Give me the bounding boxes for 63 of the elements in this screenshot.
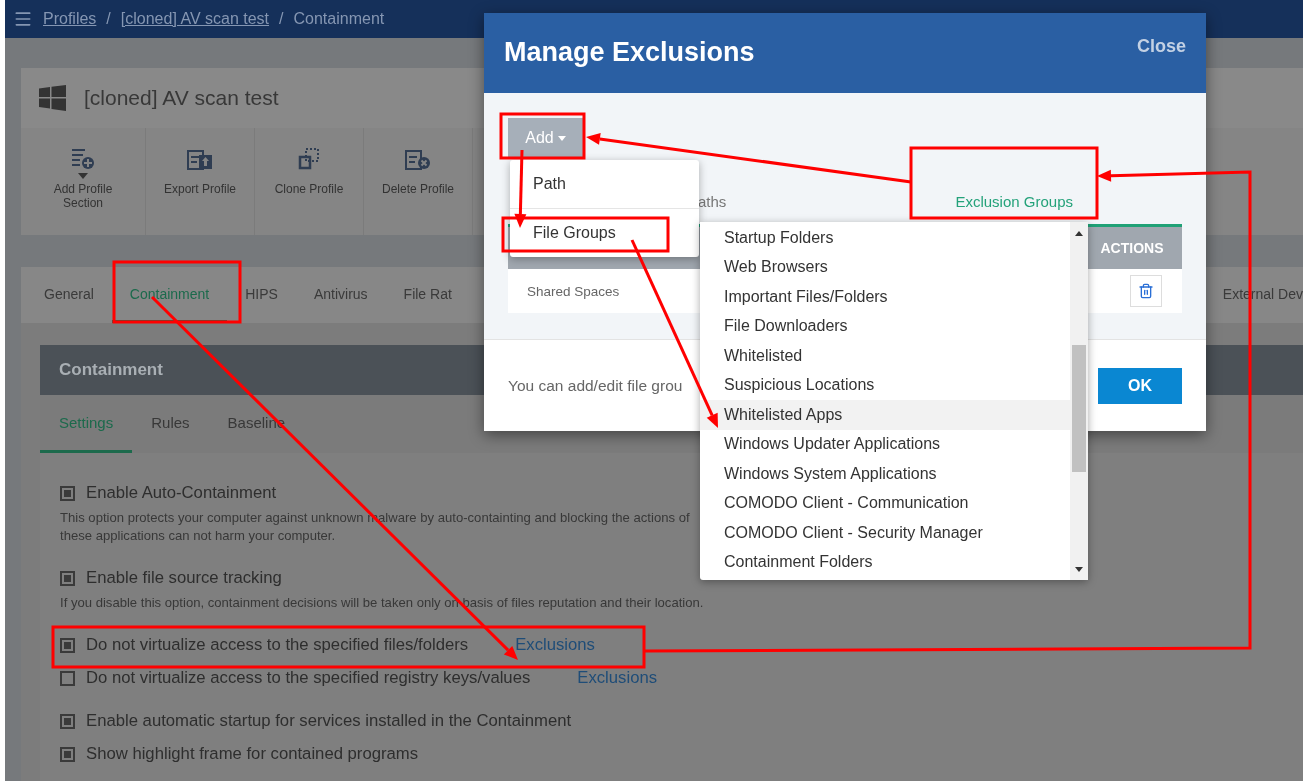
checkbox[interactable]: [60, 485, 75, 501]
list-item[interactable]: Containment Folders: [700, 547, 1070, 577]
ok-button[interactable]: OK: [1098, 367, 1182, 404]
trash-icon: [1138, 283, 1154, 299]
add-button[interactable]: Add: [508, 118, 583, 158]
list-item[interactable]: File Downloaders: [700, 311, 1070, 341]
tab[interactable]: General: [26, 267, 112, 323]
breadcrumb-link[interactable]: Profiles: [43, 10, 97, 28]
footer-text: You can add/edit file grou: [508, 376, 683, 395]
option-label: Enable Auto-Containment: [86, 483, 277, 503]
toolbar-button[interactable]: Clone Profile: [255, 128, 364, 235]
profile-title: [cloned] AV scan test: [84, 86, 279, 110]
tab[interactable]: aths: [698, 188, 727, 214]
list-item[interactable]: Whitelisted Apps: [700, 400, 1070, 430]
document-x-icon: [405, 148, 431, 170]
checkbox[interactable]: [60, 637, 75, 653]
option-label: Do not virtualize access to the specified files/folders: [86, 635, 469, 655]
scrollbar[interactable]: [1070, 222, 1088, 580]
menu-icon[interactable]: [13, 9, 33, 29]
caret-icon: [557, 135, 566, 141]
list-item[interactable]: Windows System Applications: [700, 459, 1070, 489]
delete-button[interactable]: [1130, 275, 1162, 307]
scroll-down-icon[interactable]: [1075, 567, 1083, 572]
list-item[interactable]: COMODO Client - Communication: [700, 488, 1070, 518]
list-item[interactable]: Important Files/Folders: [700, 282, 1070, 312]
checkbox[interactable]: [60, 670, 75, 686]
option-description: these applications can not harm your computer.: [60, 527, 336, 545]
breadcrumb-separator: /: [106, 10, 111, 28]
list-item[interactable]: Web Browsers: [700, 252, 1070, 282]
list-item[interactable]: Windows Updater Applications: [700, 429, 1070, 459]
squares-icon: [298, 148, 320, 170]
document-upload-icon: [187, 148, 213, 170]
toolbar-button[interactable]: Delete Profile: [364, 128, 473, 235]
exclusions-link[interactable]: Exclusions: [515, 635, 595, 655]
scroll-up-icon[interactable]: [1075, 231, 1083, 236]
tab[interactable]: File Rat: [385, 267, 470, 323]
tab[interactable]: Rules: [132, 395, 209, 453]
tab[interactable]: HIPS: [227, 267, 296, 323]
breadcrumb-separator: /: [279, 10, 284, 28]
option-label: Enable automatic startup for services installed in the Containment: [86, 711, 572, 731]
toolbar-button[interactable]: Add Profile Section: [21, 128, 146, 235]
breadcrumb-link[interactable]: Containment: [293, 10, 385, 28]
list-plus-icon: [71, 148, 95, 170]
dialog-title: Manage Exclusions: [504, 37, 755, 68]
breadcrumb-link[interactable]: [cloned] AV scan test: [120, 10, 270, 28]
checkbox[interactable]: [60, 746, 75, 762]
option-label: Do not virtualize access to the specified registry keys/values: [86, 668, 531, 688]
toolbar-button[interactable]: Export Profile: [146, 128, 255, 235]
menu-item[interactable]: Path: [510, 160, 699, 208]
list-item[interactable]: COMODO Client - Security Manager: [700, 518, 1070, 548]
scrollbar-thumb[interactable]: [1072, 345, 1086, 472]
exclusions-link[interactable]: Exclusions: [577, 668, 658, 688]
tab[interactable]: Antivirus: [295, 267, 386, 323]
windows-logo-icon: [39, 85, 66, 111]
checkbox[interactable]: [60, 713, 75, 729]
list-item[interactable]: Startup Folders: [700, 223, 1070, 253]
option-label: Show highlight frame for contained programs: [86, 744, 419, 764]
table-cell: Shared Spaces: [527, 283, 620, 299]
column-header: ACTIONS: [1099, 240, 1165, 256]
option-label: Enable file source tracking: [86, 568, 282, 588]
close-link[interactable]: Close: [1136, 36, 1186, 57]
checkbox[interactable]: [60, 570, 75, 586]
tab[interactable]: Exclusion Groups: [955, 188, 1073, 214]
